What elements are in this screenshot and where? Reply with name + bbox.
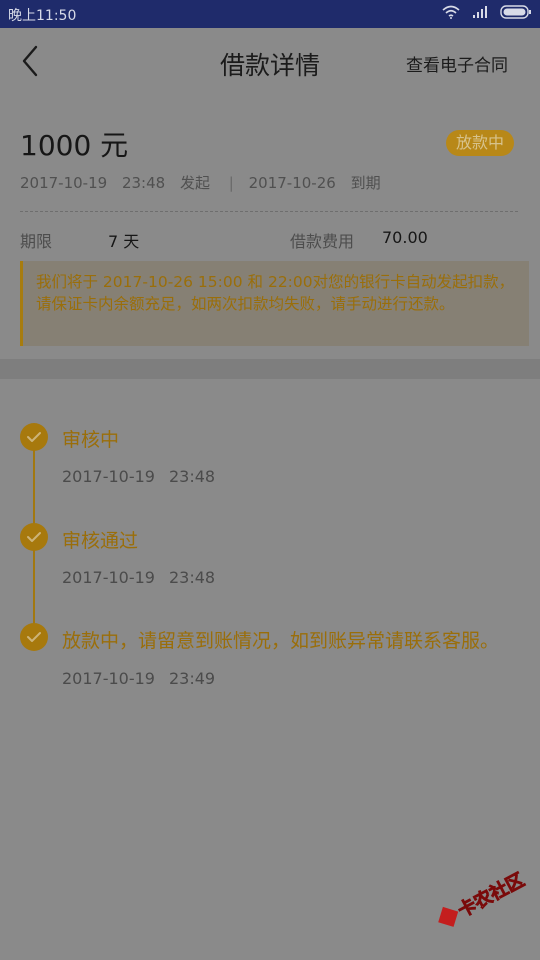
dashed-divider xyxy=(20,211,518,212)
timeline-step-title: 审核通过 xyxy=(62,530,139,552)
date-separator: | xyxy=(228,174,234,192)
svg-text:卡农社区: 卡农社区 xyxy=(454,870,528,922)
loan-amount: 1000 元 xyxy=(20,129,129,162)
loan-dates: 2017-10-19 23:48 发起 | 2017-10-26 到期 xyxy=(20,172,391,193)
term-label: 期限 xyxy=(20,232,53,251)
timeline-step-title: 审核中 xyxy=(62,429,120,451)
check-icon xyxy=(20,523,48,551)
wifi-icon xyxy=(442,5,460,19)
status-badge: 放款中 xyxy=(445,130,514,156)
step-date: 2017-10-19 xyxy=(62,669,155,688)
due-label: 到期 xyxy=(350,174,381,192)
start-label: 发起 xyxy=(179,174,210,192)
view-contract-link[interactable]: 查看电子合同 xyxy=(406,51,508,76)
step-date: 2017-10-19 xyxy=(62,568,155,587)
status-bar: 晚上11:50 xyxy=(0,0,540,28)
step-time: 23:49 xyxy=(168,669,216,688)
repayment-notice: 我们将于 2017-10-26 15:00 和 22:00对您的银行卡自动发起扣… xyxy=(20,261,529,346)
timeline-step-time: 2017-10-19 23:48 xyxy=(62,568,215,587)
header-bar: 借款详情 查看电子合同 xyxy=(0,28,540,94)
step-time: 23:48 xyxy=(168,467,216,486)
start-date: 2017-10-19 xyxy=(20,174,108,192)
status-icons xyxy=(442,5,532,19)
start-time: 23:48 xyxy=(121,174,166,192)
check-icon xyxy=(20,623,48,651)
term-value: 7 天 xyxy=(108,232,140,251)
step-time: 23:48 xyxy=(168,568,216,587)
check-icon xyxy=(20,423,48,451)
timeline-step-title: 放款中，请留意到账情况，如到账异常请联系客服。 xyxy=(62,630,500,652)
timeline-step-time: 2017-10-19 23:49 xyxy=(62,669,215,688)
section-divider xyxy=(0,359,540,379)
step-date: 2017-10-19 xyxy=(62,467,155,486)
due-date: 2017-10-26 xyxy=(248,174,336,192)
timeline-step-time: 2017-10-19 23:48 xyxy=(62,467,215,486)
watermark-logo: 卡农社区 xyxy=(438,870,528,927)
status-time: 晚上11:50 xyxy=(8,8,77,24)
fee-label: 借款费用 xyxy=(290,232,355,251)
fee-value: 70.00 xyxy=(382,228,428,247)
signal-icon xyxy=(473,6,487,18)
battery-icon xyxy=(500,5,531,19)
